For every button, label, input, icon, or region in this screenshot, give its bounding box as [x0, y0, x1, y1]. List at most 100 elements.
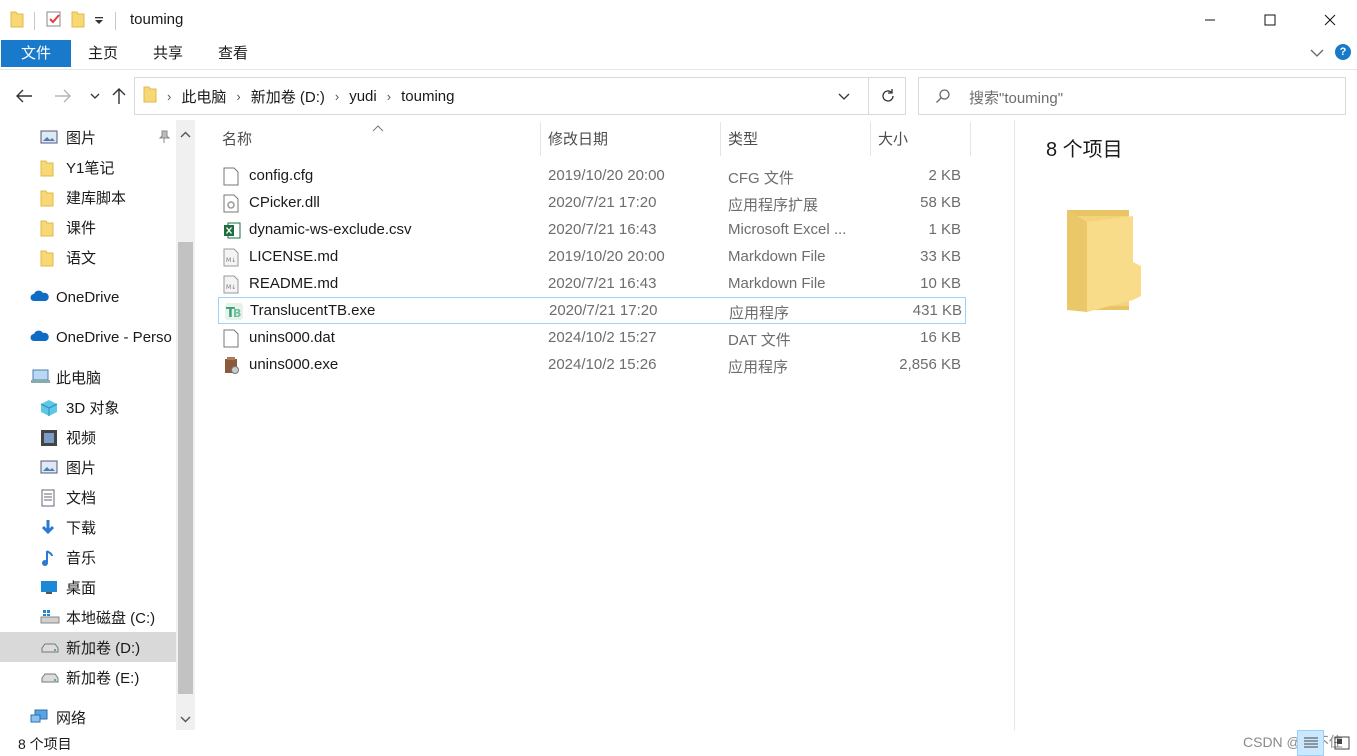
up-button[interactable]: [108, 85, 130, 107]
file-name: CPicker.dll: [249, 194, 320, 211]
file-row[interactable]: M↓ README.md 2020/7/21 16:43 Markdown Fi…: [218, 271, 966, 298]
tab-share[interactable]: 共享: [143, 40, 193, 67]
sidebar-item-network[interactable]: 网络: [0, 702, 176, 730]
preview-pane: 8 个项目: [1014, 120, 1357, 730]
column-header-type[interactable]: 类型: [728, 120, 758, 156]
column-divider[interactable]: [540, 122, 541, 156]
chevron-down-icon[interactable]: [837, 87, 851, 109]
chevron-right-icon[interactable]: ›: [167, 89, 171, 104]
file-name: dynamic-ws-exclude.csv: [249, 221, 412, 238]
sidebar-item-label: OneDrive - Perso: [56, 328, 172, 346]
file-row-selected[interactable]: TB TranslucentTB.exe 2020/7/21 17:20 应用程…: [218, 297, 966, 324]
sidebar-item-label: 文档: [66, 489, 97, 507]
sidebar-item-chinese[interactable]: 语文: [0, 242, 176, 272]
close-button[interactable]: [1300, 0, 1357, 40]
sidebar-item-pictures[interactable]: 图片: [0, 122, 176, 152]
search-box[interactable]: 搜索"touming": [918, 77, 1346, 115]
sidebar-item-music[interactable]: 音乐: [0, 542, 176, 572]
breadcrumb-item[interactable]: 新加卷 (D:): [251, 86, 325, 107]
pictures-icon: [40, 129, 58, 145]
refresh-button[interactable]: [868, 78, 906, 114]
sidebar-item-pictures-2[interactable]: 图片: [0, 452, 176, 482]
chevron-right-icon[interactable]: ›: [236, 89, 240, 104]
maximize-button[interactable]: [1240, 0, 1300, 40]
file-row[interactable]: unins000.dat 2024/10/2 15:27 DAT 文件 16 K…: [218, 325, 966, 352]
file-type: CFG 文件: [728, 170, 794, 187]
file-row[interactable]: unins000.exe 2024/10/2 15:26 应用程序 2,856 …: [218, 352, 966, 379]
expand-ribbon-icon[interactable]: [1310, 45, 1324, 62]
minimize-button[interactable]: [1180, 0, 1240, 40]
chevron-down-icon[interactable]: [180, 710, 191, 727]
sidebar-item-label: 图片: [66, 129, 97, 147]
sidebar-item-label: OneDrive: [56, 288, 120, 306]
sidebar-item-onedrive[interactable]: OneDrive: [0, 282, 176, 312]
pin-icon[interactable]: [158, 130, 171, 148]
sidebar-item-3d-objects[interactable]: 3D 对象: [0, 392, 176, 422]
svg-text:B: B: [233, 307, 241, 320]
new-folder-icon[interactable]: [71, 10, 85, 32]
sidebar-item-y1-notes[interactable]: Y1笔记: [0, 152, 176, 182]
sidebar-item-documents[interactable]: 文档: [0, 482, 176, 512]
chevron-right-icon[interactable]: ›: [387, 89, 391, 104]
column-divider[interactable]: [720, 122, 721, 156]
sidebar-item-this-pc[interactable]: 此电脑: [0, 362, 176, 392]
network-icon: [30, 709, 48, 725]
column-divider[interactable]: [870, 122, 871, 156]
search-input[interactable]: 搜索"touming": [969, 87, 1063, 108]
file-icon: [223, 329, 241, 348]
onedrive-icon: [30, 329, 49, 345]
recent-locations-button[interactable]: [84, 85, 106, 107]
sort-ascending-icon: [372, 120, 384, 137]
file-row[interactable]: dynamic-ws-exclude.csv 2020/7/21 16:43 M…: [218, 217, 966, 244]
sidebar-item-desktop[interactable]: 桌面: [0, 572, 176, 602]
column-header-date[interactable]: 修改日期: [548, 120, 608, 156]
tab-file[interactable]: 文件: [1, 40, 71, 67]
sidebar-item-courseware[interactable]: 课件: [0, 212, 176, 242]
details-view-button[interactable]: [1297, 730, 1324, 756]
file-size: 33 KB: [920, 248, 961, 265]
forward-button[interactable]: [52, 85, 74, 107]
pictures-icon: [40, 459, 58, 475]
properties-icon[interactable]: [45, 10, 63, 32]
customize-chevron-icon[interactable]: [93, 13, 105, 30]
sidebar-item-drive-c[interactable]: 本地磁盘 (C:): [0, 602, 176, 632]
tab-view[interactable]: 查看: [208, 40, 258, 67]
sidebar-item-onedrive-personal[interactable]: OneDrive - Perso: [0, 322, 176, 352]
address-bar[interactable]: › 此电脑 › 新加卷 (D:) › yudi › touming: [134, 77, 906, 115]
column-header-name[interactable]: 名称: [222, 120, 252, 156]
column-divider[interactable]: [970, 122, 971, 156]
sidebar-item-db-scripts[interactable]: 建库脚本: [0, 182, 176, 212]
sidebar-item-label: 新加卷 (E:): [66, 669, 140, 687]
folder-preview-icon: [1065, 208, 1145, 318]
sidebar-item-downloads[interactable]: 下载: [0, 512, 176, 542]
large-icons-view-button[interactable]: [1328, 730, 1355, 756]
sidebar-scrollbar[interactable]: [176, 120, 195, 730]
svg-text:M↓: M↓: [226, 257, 236, 264]
sidebar-item-drive-e[interactable]: 新加卷 (E:): [0, 662, 176, 692]
file-size: 1 KB: [928, 221, 961, 238]
tab-home[interactable]: 主页: [78, 40, 128, 67]
chevron-right-icon[interactable]: ›: [335, 89, 339, 104]
back-button[interactable]: [13, 85, 35, 107]
column-header-size[interactable]: 大小: [878, 120, 908, 156]
sidebar-item-label: 桌面: [66, 579, 97, 597]
file-row[interactable]: M↓ LICENSE.md 2019/10/20 20:00 Markdown …: [218, 244, 966, 271]
file-type: Markdown File: [728, 248, 826, 265]
file-size: 58 KB: [920, 194, 961, 211]
file-row[interactable]: config.cfg 2019/10/20 20:00 CFG 文件 2 KB: [218, 163, 966, 190]
folder-icon: [40, 159, 58, 177]
divider: [115, 12, 116, 30]
item-count: 8 个项目: [1046, 139, 1123, 161]
sidebar-item-videos[interactable]: 视频: [0, 422, 176, 452]
installer-icon: [223, 356, 241, 375]
sidebar-item-drive-d[interactable]: 新加卷 (D:): [0, 632, 176, 662]
breadcrumb-item[interactable]: 此电脑: [181, 86, 226, 107]
file-row[interactable]: CPicker.dll 2020/7/21 17:20 应用程序扩展 58 KB: [218, 190, 966, 217]
breadcrumb-item[interactable]: yudi: [349, 88, 377, 105]
file-name: TranslucentTB.exe: [250, 302, 376, 319]
chevron-up-icon[interactable]: [180, 126, 191, 143]
breadcrumb-item[interactable]: touming: [401, 88, 454, 105]
scrollbar-thumb[interactable]: [178, 242, 193, 694]
search-icon: [935, 88, 951, 108]
help-icon[interactable]: ?: [1335, 44, 1351, 60]
